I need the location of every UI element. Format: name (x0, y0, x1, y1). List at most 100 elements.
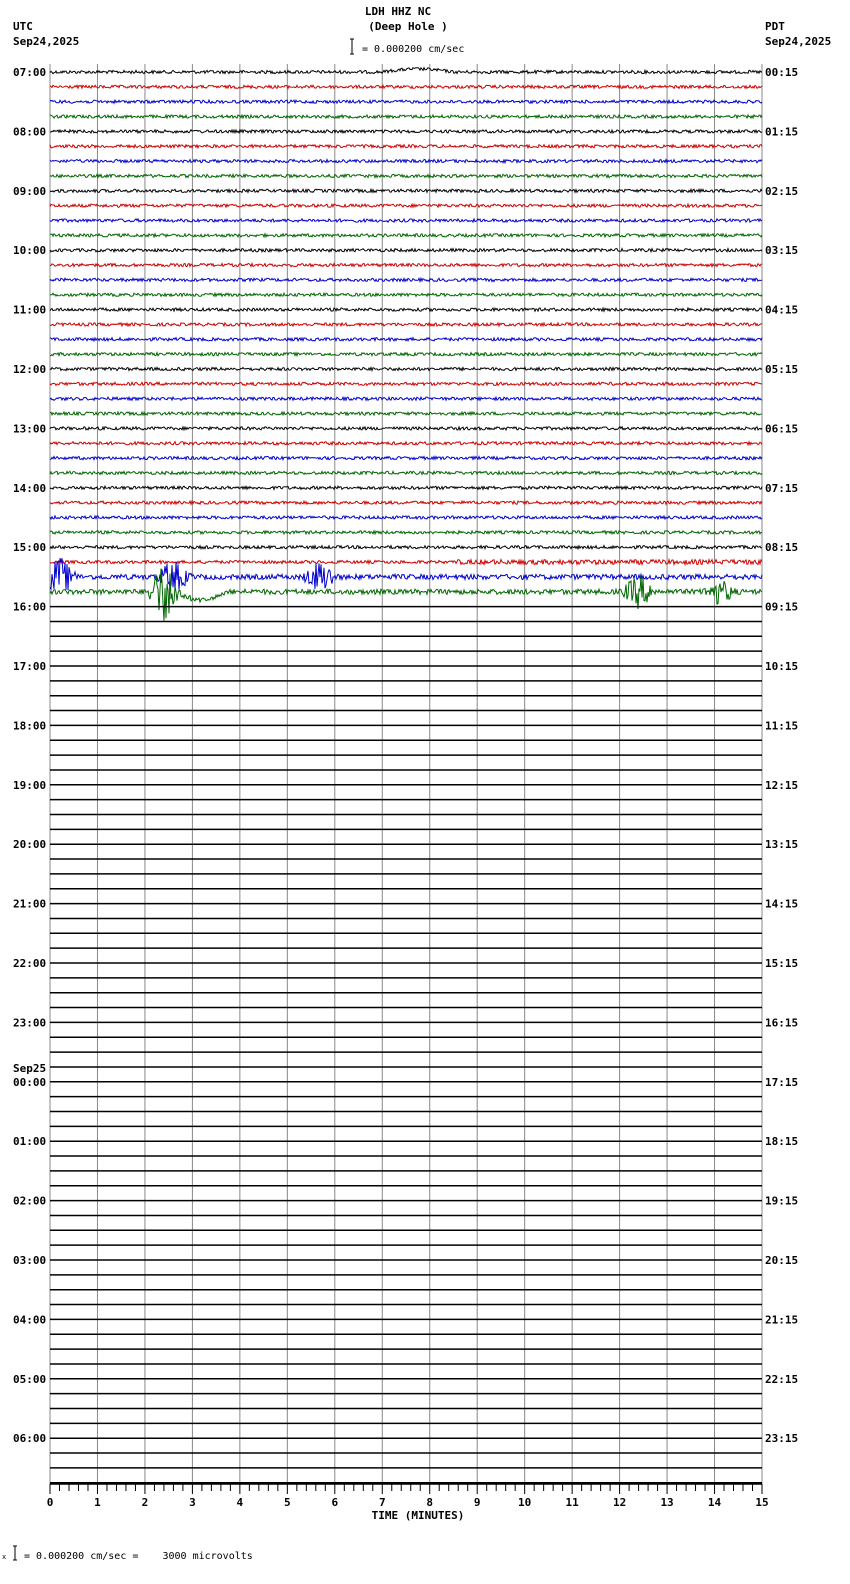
utc-hour-label: 17:00 (13, 660, 46, 673)
time-axis: 0 1 2 3 4 5 6 7 8 9 10 11 12 13 14 15 (47, 1483, 769, 1509)
seismic-trace (49, 336, 763, 343)
utc-hour-label: 22:00 (13, 957, 46, 970)
utc-hour-label: 20:00 (13, 838, 46, 851)
seismic-trace (49, 98, 763, 105)
pdt-hour-label: 02:15 (765, 185, 798, 198)
x-tick-label: 9 (474, 1496, 481, 1509)
x-tick-label: 8 (426, 1496, 433, 1509)
utc-hour-label: 02:00 (13, 1195, 46, 1208)
utc-hour-label: 10:00 (13, 244, 46, 257)
seismic-trace (49, 529, 763, 536)
utc-hour-label: 09:00 (13, 185, 46, 198)
pdt-hour-label: 03:15 (765, 244, 798, 257)
x-tick-label: 3 (189, 1496, 196, 1509)
seismic-trace (49, 380, 762, 387)
x-tick-label: 7 (379, 1496, 386, 1509)
seismic-trace (49, 187, 763, 194)
utc-hour-label: 15:00 (13, 541, 46, 554)
seismic-trace (49, 232, 763, 239)
seismic-trace (49, 113, 763, 120)
pdt-hour-label: 22:15 (765, 1373, 798, 1386)
seismic-trace (49, 366, 763, 373)
footer-scale-bar-icon (13, 1545, 17, 1561)
utc-hour-label: 21:00 (13, 898, 46, 911)
x-tick-label: 13 (660, 1496, 673, 1509)
x-tick-label: 6 (331, 1496, 338, 1509)
utc-hour-label: 07:00 (13, 66, 46, 79)
seismic-trace (49, 455, 763, 462)
utc-hour-label: 04:00 (13, 1313, 46, 1326)
utc-hour-label: 11:00 (13, 304, 46, 317)
pdt-hour-label: 08:15 (765, 541, 798, 554)
station-title: LDH HHZ NC (365, 5, 431, 18)
utc-hour-label: 12:00 (13, 363, 46, 376)
scale-label: = 0.000200 cm/sec (362, 44, 464, 55)
seismic-trace (49, 351, 763, 358)
seismic-trace (49, 143, 763, 150)
seismic-trace (50, 291, 763, 298)
utc-hour-label: 19:00 (13, 779, 46, 792)
seismic-trace (49, 261, 763, 269)
utc-hour-label: 06:00 (13, 1432, 46, 1445)
x-tick-label: 1 (94, 1496, 101, 1509)
x-tick-label: 4 (237, 1496, 244, 1509)
footer-prefix: x (2, 1553, 6, 1561)
scale-bar-icon (350, 38, 354, 55)
left-timezone: UTC (13, 20, 33, 33)
utc-hour-label: 08:00 (13, 125, 46, 138)
pdt-hour-label: 04:15 (765, 304, 798, 317)
pdt-hour-label: 18:15 (765, 1135, 798, 1148)
seismic-trace (49, 321, 763, 328)
seismic-trace (49, 217, 763, 224)
pdt-hour-label: 20:15 (765, 1254, 798, 1267)
utc-hour-label: 01:00 (13, 1135, 46, 1148)
x-tick-label: 14 (708, 1496, 722, 1509)
pdt-hour-label: 09:15 (765, 601, 798, 614)
seismic-trace (49, 306, 763, 313)
pdt-hour-label: 19:15 (765, 1195, 798, 1208)
station-subtitle: (Deep Hole ) (368, 20, 447, 33)
pdt-hour-label: 15:15 (765, 957, 798, 970)
seismic-trace (49, 514, 763, 521)
pdt-hour-label: 13:15 (765, 838, 798, 851)
x-axis-label: TIME (MINUTES) (372, 1509, 465, 1522)
x-tick-label: 0 (47, 1496, 54, 1509)
utc-hour-label: 00:00 (13, 1076, 46, 1089)
seismic-trace (49, 544, 763, 551)
traces (49, 66, 763, 1484)
seismic-trace (49, 202, 763, 209)
utc-hour-label: 16:00 (13, 601, 46, 614)
utc-hour-label: 05:00 (13, 1373, 46, 1386)
seismic-trace (49, 557, 763, 567)
helicorder-plot: LDH HHZ NC (Deep Hole ) UTC Sep24,2025 P… (2, 5, 831, 1562)
seismic-trace (49, 469, 763, 476)
seismic-trace (49, 395, 763, 402)
date-change-label: Sep25 (13, 1062, 46, 1075)
pdt-hour-label: 21:15 (765, 1313, 798, 1326)
right-date: Sep24,2025 (765, 35, 831, 48)
seismic-trace (49, 276, 763, 284)
pdt-hour-label: 05:15 (765, 363, 798, 376)
seismic-trace (49, 499, 763, 506)
utc-hour-label: 23:00 (13, 1016, 46, 1029)
seismic-trace (49, 410, 763, 417)
pdt-hour-label: 16:15 (765, 1016, 798, 1029)
x-tick-label: 2 (142, 1496, 149, 1509)
utc-hour-label: 03:00 (13, 1254, 46, 1267)
seismic-trace (49, 425, 763, 432)
seismic-trace (49, 247, 763, 254)
pdt-hour-label: 11:15 (765, 719, 798, 732)
seismic-trace (49, 157, 763, 165)
pdt-hour-label: 06:15 (765, 422, 798, 435)
seismic-trace (49, 172, 763, 180)
x-tick-label: 15 (755, 1496, 768, 1509)
pdt-hour-label: 10:15 (765, 660, 798, 673)
pdt-hour-label: 01:15 (765, 125, 798, 138)
left-date: Sep24,2025 (13, 35, 79, 48)
x-tick-label: 11 (566, 1496, 580, 1509)
right-timezone: PDT (765, 20, 785, 33)
x-tick-label: 10 (518, 1496, 531, 1509)
seismic-trace (49, 83, 763, 90)
minute-grid (49, 64, 763, 1484)
pdt-hour-label: 12:15 (765, 779, 798, 792)
